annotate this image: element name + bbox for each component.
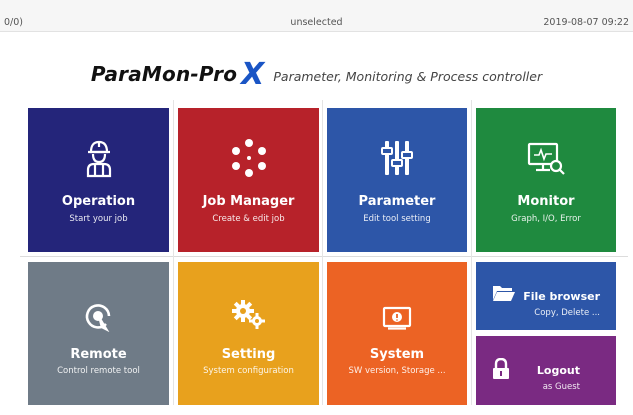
worker-icon	[28, 138, 169, 178]
logout-title: Logout	[536, 364, 580, 377]
setting-subtitle: System configuration	[203, 366, 294, 376]
system-title: System	[369, 347, 425, 362]
brand-x-logo: X	[241, 57, 265, 92]
operation-tile[interactable]: Operation Start your job	[28, 108, 169, 252]
system-tile[interactable]: System SW version, Storage ...	[327, 262, 467, 405]
operation-subtitle: Start your job	[69, 214, 128, 224]
monitor-tile[interactable]: Monitor Graph, I/O, Error	[476, 108, 616, 252]
parameter-title: Parameter	[358, 194, 436, 209]
row-divider	[20, 256, 628, 257]
column-divider	[173, 100, 174, 405]
app-header: ParaMon-Pro X Parameter, Monitoring & Pro…	[0, 54, 633, 92]
monitor-subtitle: Graph, I/O, Error	[511, 214, 581, 224]
setting-tile[interactable]: Setting System configuration	[178, 262, 319, 405]
file-browser-subtitle: Copy, Delete ...	[534, 308, 600, 318]
monitor-search-icon	[476, 138, 616, 178]
job-manager-tile[interactable]: Job Manager Create & edit job	[178, 108, 319, 252]
datetime: 2019-08-07 09:22	[543, 17, 629, 28]
remote-subtitle: Control remote tool	[57, 366, 140, 376]
system-subtitle: SW version, Storage ...	[348, 366, 446, 376]
monitor-title: Monitor	[517, 194, 575, 209]
file-browser-title: File browser	[523, 290, 600, 303]
parameter-tile[interactable]: Parameter Edit tool setting	[327, 108, 467, 252]
logout-tile[interactable]: Logout as Guest	[476, 336, 616, 405]
status-bar: 0/0) unselected 2019-08-07 09:22	[0, 0, 633, 32]
lock-icon	[492, 357, 510, 384]
logout-subtitle: as Guest	[542, 382, 580, 392]
remote-title: Remote	[70, 347, 127, 362]
sliders-icon	[327, 138, 467, 178]
column-divider	[471, 100, 472, 405]
job-manager-title: Job Manager	[202, 194, 295, 209]
remote-touch-icon	[28, 302, 169, 332]
tagline: Parameter, Monitoring & Process controll…	[273, 69, 543, 84]
selection-status: unselected	[290, 17, 343, 28]
brand-name: ParaMon-Pro	[90, 62, 238, 86]
setting-title: Setting	[221, 347, 276, 362]
column-divider	[322, 100, 323, 405]
file-browser-tile[interactable]: File browser Copy, Delete ...	[476, 262, 616, 330]
operation-title: Operation	[61, 194, 136, 209]
job-manager-subtitle: Create & edit job	[212, 214, 285, 224]
parameter-subtitle: Edit tool setting	[363, 214, 431, 224]
remote-tile[interactable]: Remote Control remote tool	[28, 262, 169, 405]
gears-icon	[178, 300, 319, 330]
nodes-circle-icon	[178, 138, 319, 178]
screen-alert-icon	[327, 306, 467, 330]
folder-open-icon	[492, 284, 516, 306]
